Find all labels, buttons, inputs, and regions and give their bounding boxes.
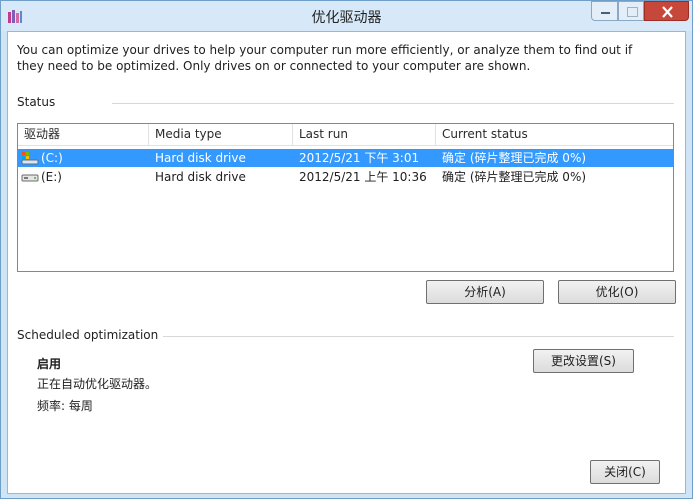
- drive-media-type: Hard disk drive: [155, 151, 246, 165]
- column-header-media-type[interactable]: Media type: [149, 124, 293, 146]
- change-settings-button[interactable]: 更改设置(S): [533, 349, 634, 373]
- analyze-button[interactable]: 分析(A): [426, 280, 544, 304]
- column-header-current-status[interactable]: Current status: [436, 124, 673, 146]
- close-button[interactable]: 关闭(C): [590, 460, 660, 484]
- drive-name: (C:): [41, 151, 63, 165]
- maximize-button[interactable]: [618, 1, 644, 21]
- optimize-drives-window: 优化驱动器 You can optimize your drives to he…: [0, 0, 693, 499]
- title-bar[interactable]: 优化驱动器: [1, 1, 692, 31]
- column-header-drive[interactable]: 驱动器: [18, 124, 149, 146]
- schedule-frequency: 频率: 每周: [37, 399, 93, 413]
- drive-last-run: 2012/5/21 下午 3:01: [299, 151, 420, 165]
- drive-row-c[interactable]: (C:) Hard disk drive 2012/5/21 下午 3:01 确…: [18, 149, 673, 167]
- drive-name: (E:): [41, 170, 62, 184]
- close-icon: [662, 6, 673, 18]
- window-title: 优化驱动器: [311, 10, 382, 26]
- drive-last-run: 2012/5/21 上午 10:36: [299, 170, 427, 184]
- schedule-section-label: Scheduled optimization: [17, 328, 159, 342]
- status-section-label: Status: [17, 95, 56, 109]
- system-drive-icon: [21, 152, 39, 165]
- drive-current-status: 确定 (碎片整理已完成 0%): [442, 170, 587, 184]
- schedule-description: 正在自动优化驱动器。: [37, 377, 158, 391]
- close-window-button[interactable]: [644, 1, 689, 21]
- schedule-state: 启用: [37, 357, 62, 371]
- minimize-button[interactable]: [591, 1, 618, 21]
- drives-list-header: 驱动器 Media type Last run Current status: [18, 124, 673, 146]
- status-divider: [112, 103, 674, 104]
- drive-row-e[interactable]: (E:) Hard disk drive 2012/5/21 上午 10:36 …: [18, 168, 673, 186]
- drives-list[interactable]: 驱动器 Media type Last run Current status (…: [17, 123, 674, 272]
- drive-media-type: Hard disk drive: [155, 170, 246, 184]
- optimize-button[interactable]: 优化(O): [558, 280, 676, 304]
- column-header-last-run[interactable]: Last run: [293, 124, 436, 146]
- dialog-content: You can optimize your drives to help you…: [7, 31, 686, 494]
- hard-drive-icon: [21, 174, 39, 182]
- drive-current-status: 确定 (碎片整理已完成 0%): [442, 151, 587, 165]
- intro-text: You can optimize your drives to help you…: [17, 43, 633, 73]
- schedule-divider: [163, 336, 674, 337]
